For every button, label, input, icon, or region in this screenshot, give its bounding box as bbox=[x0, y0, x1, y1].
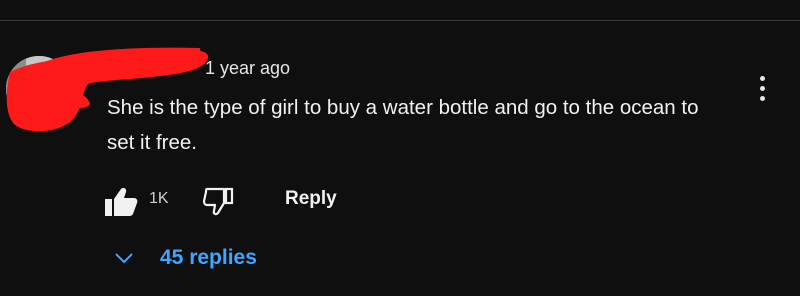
reply-button[interactable]: Reply bbox=[285, 188, 337, 210]
thumbs-down-icon bbox=[202, 187, 234, 216]
comment-timestamp[interactable]: 1 year ago bbox=[205, 58, 290, 79]
kebab-menu-icon[interactable] bbox=[750, 70, 774, 106]
replies-count-label: 45 replies bbox=[160, 246, 257, 269]
thumbs-up-icon bbox=[105, 188, 138, 216]
kebab-dot bbox=[759, 95, 765, 101]
comment-page: 1 year ago She is the type of girl to bu… bbox=[0, 0, 800, 296]
dislike-button[interactable] bbox=[202, 186, 236, 218]
view-replies-button[interactable]: 45 replies bbox=[114, 246, 257, 270]
comment-text: She is the type of girl to buy a water b… bbox=[107, 96, 699, 154]
like-count: 1K bbox=[149, 190, 169, 207]
chevron-down-icon bbox=[115, 253, 133, 264]
kebab-dot bbox=[759, 85, 765, 91]
like-button[interactable] bbox=[103, 186, 139, 218]
kebab-dot bbox=[759, 75, 765, 81]
